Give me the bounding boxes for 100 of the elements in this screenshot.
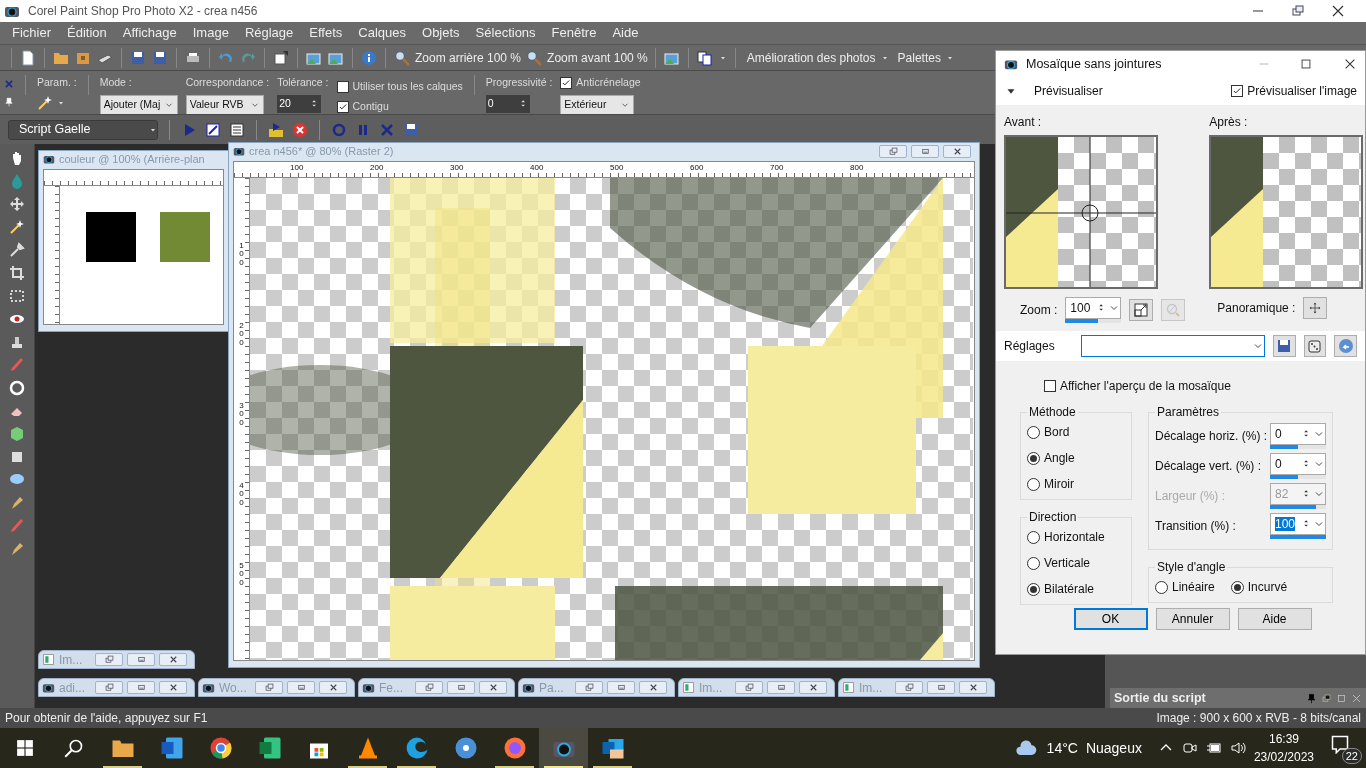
pin-icon[interactable] bbox=[4, 97, 14, 107]
zoom-in-button[interactable]: Zoom avant 100 % bbox=[547, 48, 648, 67]
radio-button[interactable] bbox=[1230, 580, 1244, 594]
fit-button[interactable] bbox=[1129, 299, 1154, 321]
minimize-button[interactable] bbox=[911, 144, 939, 158]
new-file-icon[interactable] bbox=[20, 49, 36, 66]
dropdown[interactable]: Valeur RVB bbox=[185, 94, 264, 115]
close-button[interactable] bbox=[959, 681, 987, 694]
stop-icon[interactable] bbox=[292, 121, 308, 138]
dropdown[interactable]: Script Gaelle bbox=[8, 119, 158, 140]
checkbox[interactable] bbox=[560, 76, 573, 89]
save-icon[interactable] bbox=[130, 49, 146, 66]
radio-button[interactable] bbox=[1027, 451, 1040, 465]
zoom-out-icon[interactable] bbox=[394, 49, 410, 66]
restore-icon[interactable] bbox=[1321, 692, 1332, 704]
minimize-button[interactable] bbox=[447, 681, 475, 694]
radio-button[interactable] bbox=[1027, 530, 1040, 544]
menu-item[interactable]: Édition bbox=[59, 23, 115, 43]
radio-button[interactable] bbox=[1027, 582, 1040, 596]
minimize-button[interactable] bbox=[287, 681, 315, 694]
menu-item[interactable]: Fichier bbox=[4, 23, 59, 43]
zoom-out-button[interactable]: Zoom arrière 100 % bbox=[415, 48, 522, 67]
close-icon[interactable] bbox=[1330, 3, 1346, 19]
radio-button[interactable] bbox=[1027, 425, 1040, 439]
list-icon[interactable] bbox=[229, 121, 245, 138]
pen-icon[interactable] bbox=[9, 495, 25, 511]
battery-icon[interactable] bbox=[1205, 740, 1222, 756]
restore-button[interactable] bbox=[735, 681, 763, 694]
restore-icon[interactable] bbox=[1290, 3, 1306, 19]
restore-button[interactable] bbox=[95, 681, 123, 694]
stamp-icon[interactable] bbox=[9, 334, 25, 350]
crop-icon[interactable] bbox=[9, 265, 25, 281]
menu-button[interactable]: Palettes bbox=[897, 48, 941, 67]
speaker-icon[interactable] bbox=[1229, 740, 1246, 756]
dialog-button[interactable]: OK bbox=[1073, 608, 1148, 630]
menu-item[interactable]: Effets bbox=[301, 23, 351, 43]
notification-icon[interactable] bbox=[1330, 734, 1350, 754]
ring-icon[interactable] bbox=[9, 380, 25, 396]
menu-button[interactable]: Amélioration des photos bbox=[746, 48, 876, 67]
minimize-button[interactable] bbox=[767, 681, 795, 694]
magic-wand-icon[interactable] bbox=[9, 219, 25, 235]
cube-icon[interactable] bbox=[9, 426, 25, 442]
restore-button[interactable] bbox=[575, 681, 603, 694]
pan-button[interactable] bbox=[1303, 297, 1328, 319]
checkbox[interactable] bbox=[336, 80, 349, 93]
close-icon[interactable] bbox=[1343, 57, 1357, 71]
magic-wand-icon[interactable] bbox=[37, 94, 53, 111]
info-icon[interactable] bbox=[361, 49, 377, 66]
radio-button[interactable] bbox=[1027, 556, 1040, 570]
menu-item[interactable]: Aide bbox=[604, 23, 647, 43]
close-button[interactable] bbox=[159, 681, 187, 694]
script-edit-icon[interactable] bbox=[205, 121, 221, 138]
minimize-button[interactable] bbox=[607, 681, 635, 694]
close-button[interactable] bbox=[159, 653, 187, 666]
save-as-icon[interactable] bbox=[152, 49, 168, 66]
search-icon[interactable] bbox=[63, 738, 84, 758]
dropdown[interactable]: Ajouter (Maj bbox=[99, 94, 178, 115]
save-icon[interactable] bbox=[403, 121, 419, 138]
spin-field[interactable]: 100 bbox=[1065, 297, 1122, 319]
crosshair-icon[interactable] bbox=[1080, 203, 1100, 223]
checkbox[interactable] bbox=[1231, 85, 1244, 97]
close-button[interactable] bbox=[319, 681, 347, 694]
pin-icon[interactable] bbox=[1306, 692, 1317, 704]
reset-button[interactable] bbox=[1334, 335, 1357, 357]
restore-button[interactable] bbox=[95, 653, 123, 666]
spin-field[interactable]: 100 bbox=[1270, 513, 1326, 535]
checkbox[interactable] bbox=[1044, 380, 1056, 392]
menu-item[interactable]: Réglage bbox=[236, 23, 302, 43]
window-icon[interactable] bbox=[273, 49, 289, 66]
checkbox[interactable] bbox=[336, 100, 349, 113]
pen-icon[interactable] bbox=[9, 541, 25, 557]
dropdown[interactable]: Extérieur bbox=[560, 94, 635, 115]
menu-item[interactable]: Image bbox=[184, 23, 237, 43]
dialog-button[interactable]: Annuler bbox=[1155, 608, 1230, 630]
close-button[interactable] bbox=[639, 681, 667, 694]
run-folder-icon[interactable] bbox=[268, 121, 284, 138]
restore-button[interactable] bbox=[895, 681, 923, 694]
menu-item[interactable]: Sélections bbox=[467, 23, 544, 43]
selection-icon[interactable] bbox=[9, 288, 25, 304]
close-button[interactable] bbox=[479, 681, 507, 694]
square-icon[interactable] bbox=[9, 449, 25, 465]
restore-button[interactable] bbox=[879, 144, 907, 158]
menu-item[interactable]: Objets bbox=[414, 23, 468, 43]
close-button[interactable] bbox=[943, 144, 971, 158]
minimize-button[interactable] bbox=[127, 681, 155, 694]
radio-button[interactable] bbox=[1027, 477, 1040, 491]
spin-field[interactable]: 0 bbox=[485, 94, 530, 113]
zoom-in-icon[interactable] bbox=[526, 49, 543, 66]
section-toggle[interactable]: Prévisualiser bbox=[1034, 82, 1216, 100]
preset-dropdown[interactable] bbox=[1080, 335, 1265, 357]
save-button[interactable] bbox=[1273, 335, 1296, 357]
minimize-button[interactable] bbox=[927, 681, 955, 694]
spin-field[interactable]: 0 bbox=[1270, 453, 1326, 475]
windows-logo-icon[interactable] bbox=[15, 739, 34, 757]
dialog-button[interactable]: Aide bbox=[1237, 608, 1312, 630]
minimize-button[interactable] bbox=[127, 653, 155, 666]
random-button[interactable] bbox=[1303, 335, 1327, 357]
spin-field[interactable]: 0 bbox=[1270, 423, 1326, 445]
maximize-icon[interactable] bbox=[1299, 57, 1313, 71]
dropper-icon[interactable] bbox=[9, 242, 25, 258]
